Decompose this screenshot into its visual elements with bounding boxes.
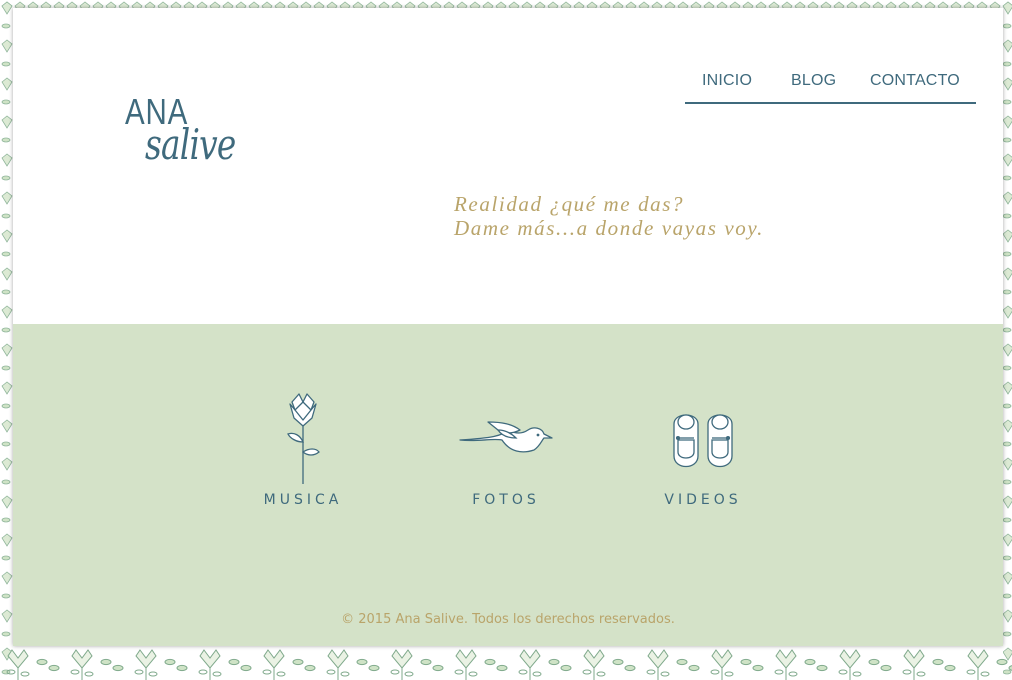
flower-icon bbox=[287, 393, 320, 484]
hero-tagline: Realidad ¿qué me das? Dame más...a donde… bbox=[454, 192, 764, 240]
page-container: ANA salive INICIO BLOG CONTACTO Realidad… bbox=[13, 8, 1003, 646]
shoes-icon bbox=[673, 414, 733, 468]
bird-icon bbox=[459, 421, 553, 453]
features-section: MUSICA FOTOS VIDEOS © 2015 Ana Salive. T… bbox=[13, 324, 1003, 646]
feature-label-musica: MUSICA bbox=[263, 492, 343, 508]
tagline-line-1: Realidad ¿qué me das? bbox=[454, 192, 685, 216]
feature-fotos[interactable]: FOTOS bbox=[426, 390, 586, 530]
feature-musica[interactable]: MUSICA bbox=[223, 390, 383, 530]
site-header: ANA salive INICIO BLOG CONTACTO Realidad… bbox=[13, 8, 1003, 324]
nav-link-blog[interactable]: BLOG bbox=[791, 72, 836, 90]
feature-videos[interactable]: VIDEOS bbox=[623, 390, 783, 530]
main-nav: INICIO BLOG CONTACTO bbox=[685, 64, 976, 104]
nav-link-inicio[interactable]: INICIO bbox=[702, 72, 752, 90]
feature-label-fotos: FOTOS bbox=[472, 492, 540, 508]
footer-copyright: © 2015 Ana Salive. Todos los derechos re… bbox=[341, 612, 675, 627]
feature-label-videos: VIDEOS bbox=[664, 492, 742, 508]
nav-link-contacto[interactable]: CONTACTO bbox=[870, 72, 960, 90]
tagline-line-2: Dame más...a donde vayas voy. bbox=[454, 216, 765, 240]
logo-line-salive: salive bbox=[145, 120, 236, 169]
site-logo[interactable]: ANA salive bbox=[123, 92, 263, 182]
